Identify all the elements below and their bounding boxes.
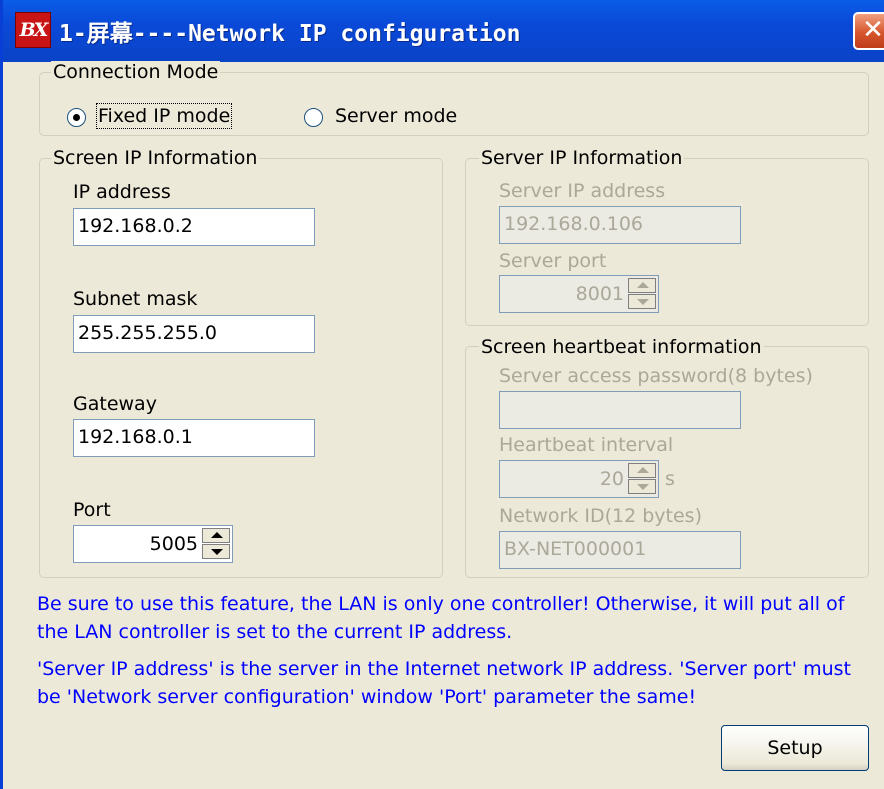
heartbeat-interval-value[interactable]: 20 [600, 461, 624, 497]
window-title: 1-屏幕----Network IP configuration [59, 21, 521, 47]
heartbeat-legend: Screen heartbeat information [479, 336, 764, 358]
arrow-down-icon [637, 484, 649, 490]
server-ip-address-input[interactable]: 192.168.0.106 [499, 206, 741, 244]
note-lan-warning-line1: Be sure to use this feature, the LAN is … [37, 593, 845, 615]
dialog-window: BX 1-屏幕----Network IP configuration ✕ Co… [0, 0, 884, 789]
app-logo-icon: BX [15, 12, 51, 48]
heartbeat-interval-spinner[interactable]: 20 [499, 460, 659, 498]
gateway-input[interactable]: 192.168.0.1 [73, 419, 315, 457]
subnet-mask-label: Subnet mask [73, 288, 198, 310]
server-mode-label[interactable]: Server mode [335, 105, 457, 127]
heartbeat-interval-up-button[interactable] [628, 463, 656, 478]
server-port-label: Server port [499, 250, 607, 272]
server-access-password-label: Server access password(8 bytes) [499, 365, 813, 387]
port-label: Port [73, 499, 111, 521]
arrow-down-icon [211, 549, 223, 555]
fixed-ip-mode-radio[interactable] [67, 108, 86, 127]
subnet-mask-input[interactable]: 255.255.255.0 [73, 315, 315, 353]
server-port-down-button[interactable] [628, 294, 656, 309]
port-spinner[interactable]: 5005 [73, 525, 233, 563]
port-value[interactable]: 5005 [150, 526, 198, 562]
note-lan-warning-line2: the LAN controller is set to the current… [37, 621, 513, 643]
arrow-down-icon [637, 299, 649, 305]
heartbeat-interval-down-button[interactable] [628, 479, 656, 494]
connection-mode-legend: Connection Mode [51, 61, 221, 83]
server-port-spinner[interactable]: 8001 [499, 275, 659, 313]
server-access-password-input[interactable] [499, 391, 741, 429]
ip-address-label: IP address [73, 181, 171, 203]
note-server-line2: be 'Network server configuration' window… [37, 686, 697, 708]
ip-address-input[interactable]: 192.168.0.2 [73, 208, 315, 246]
title-bar[interactable]: BX 1-屏幕----Network IP configuration ✕ [3, 0, 884, 62]
heartbeat-interval-label: Heartbeat interval [499, 434, 674, 456]
port-down-button[interactable] [202, 544, 230, 559]
note-server-line1: 'Server IP address' is the server in the… [37, 658, 851, 680]
server-port-up-button[interactable] [628, 278, 656, 293]
screen-ip-legend: Screen IP Information [51, 147, 260, 169]
arrow-up-icon [637, 282, 649, 288]
network-id-label: Network ID(12 bytes) [499, 505, 702, 527]
port-up-button[interactable] [202, 528, 230, 543]
arrow-up-icon [211, 532, 223, 538]
fixed-ip-mode-label[interactable]: Fixed IP mode [95, 103, 233, 129]
setup-button[interactable]: Setup [721, 725, 869, 771]
server-mode-radio[interactable] [304, 108, 323, 127]
gateway-label: Gateway [73, 393, 157, 415]
server-ip-address-label: Server IP address [499, 180, 666, 202]
server-port-value[interactable]: 8001 [576, 276, 624, 312]
server-ip-legend: Server IP Information [479, 147, 685, 169]
arrow-up-icon [637, 467, 649, 473]
close-icon: ✕ [862, 15, 884, 45]
network-id-input[interactable]: BX-NET000001 [499, 531, 741, 569]
close-button[interactable]: ✕ [853, 12, 884, 50]
heartbeat-interval-unit: s [665, 468, 675, 490]
